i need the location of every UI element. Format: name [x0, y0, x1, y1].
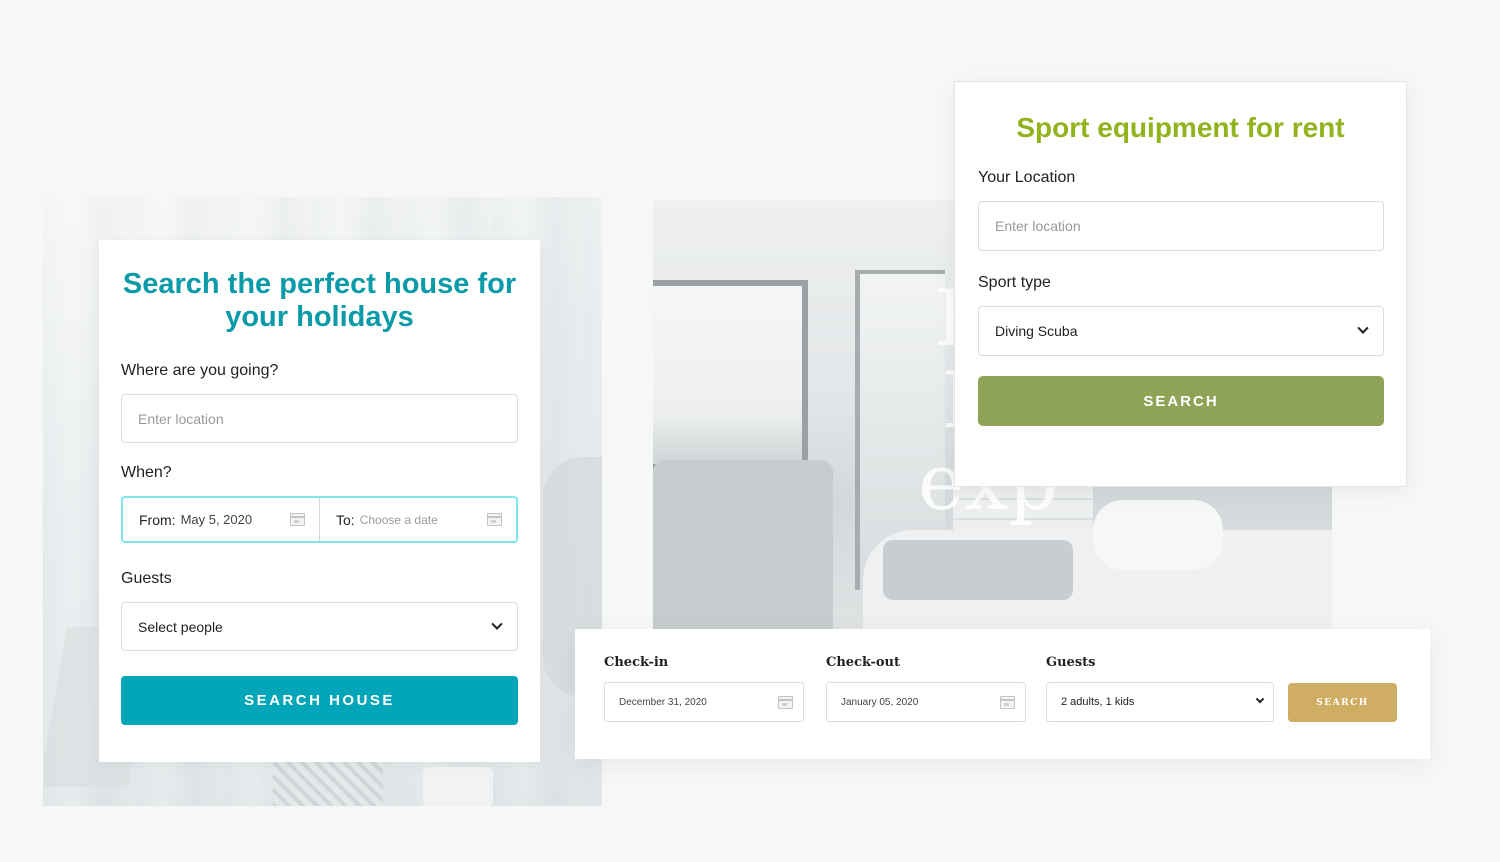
house-search-title: Search the perfect house for your holida…: [122, 268, 517, 333]
to-date-field[interactable]: To: Choose a date: [319, 498, 516, 541]
search-house-button[interactable]: SEARCH HOUSE: [121, 676, 518, 725]
booking-guests-value: 2 adults, 1 kids: [1061, 696, 1135, 708]
location-placeholder: Enter location: [995, 218, 1081, 234]
checkout-group: Check-out January 05, 2020: [826, 655, 1026, 722]
calendar-icon[interactable]: [778, 695, 793, 709]
to-label: To:: [336, 511, 355, 528]
when-label: When?: [121, 464, 172, 481]
calendar-icon[interactable]: [290, 513, 305, 526]
from-label: From:: [139, 511, 176, 528]
booking-bar-card: Check-in December 31, 2020 Check-out Jan…: [575, 629, 1430, 759]
sport-type-select[interactable]: Diving Scuba: [978, 306, 1384, 356]
sport-search-button[interactable]: SEARCH: [978, 376, 1384, 426]
checkout-label: Check-out: [826, 655, 900, 670]
from-date-value: May 5, 2020: [180, 512, 253, 527]
checkin-value: December 31, 2020: [619, 696, 707, 708]
checkin-label: Check-in: [604, 655, 669, 670]
location-placeholder: Enter location: [138, 410, 224, 427]
sport-rental-title: Sport equipment for rent: [1016, 112, 1345, 143]
from-date-field[interactable]: From: May 5, 2020: [123, 498, 319, 541]
booking-guests-select[interactable]: 2 adults, 1 kids: [1046, 682, 1274, 722]
guests-select[interactable]: Select people: [121, 602, 518, 651]
chevron-down-icon: [1357, 322, 1369, 334]
sport-type-value: Diving Scuba: [995, 323, 1078, 339]
photo-cushion: [273, 757, 383, 806]
date-range-picker: From: May 5, 2020 To: Choose a date: [121, 496, 518, 543]
booking-search-button[interactable]: SEARCH: [1288, 683, 1397, 722]
checkin-input[interactable]: December 31, 2020: [604, 682, 804, 722]
guests-label: Guests: [121, 570, 172, 587]
your-location-label: Your Location: [978, 169, 1076, 186]
sport-type-label: Sport type: [978, 274, 1051, 291]
photo-blanket: [883, 540, 1073, 600]
sport-location-input[interactable]: Enter location: [978, 201, 1384, 251]
to-date-placeholder: Choose a date: [359, 512, 438, 527]
calendar-icon[interactable]: [1000, 695, 1015, 709]
photo-mug: [423, 767, 493, 806]
booking-guests-group: Guests 2 adults, 1 kids: [1046, 655, 1274, 722]
guests-select-value: Select people: [138, 618, 223, 635]
photo-sofa: [653, 460, 833, 630]
house-search-card: Search the perfect house for your holida…: [99, 240, 540, 762]
sport-rental-card: Sport equipment for rent Your Location E…: [954, 81, 1407, 487]
chevron-down-icon: [491, 618, 503, 630]
chevron-down-icon: [1255, 694, 1265, 704]
photo-window: [653, 280, 808, 470]
checkin-group: Check-in December 31, 2020: [604, 655, 804, 722]
location-input[interactable]: Enter location: [121, 394, 518, 443]
booking-guests-label: Guests: [1046, 655, 1096, 670]
checkout-input[interactable]: January 05, 2020: [826, 682, 1026, 722]
checkout-value: January 05, 2020: [841, 696, 919, 708]
calendar-icon[interactable]: [487, 513, 502, 526]
location-label: Where are you going?: [121, 362, 279, 379]
